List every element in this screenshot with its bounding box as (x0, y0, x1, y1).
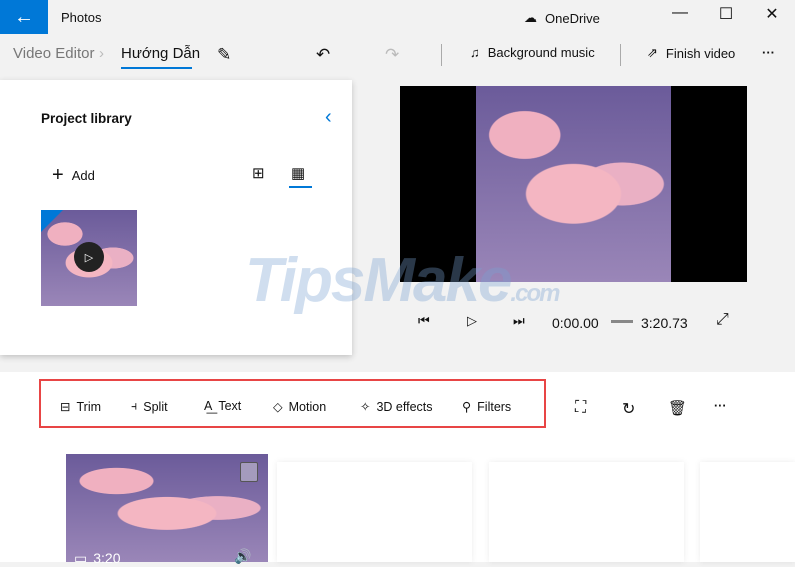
resize-icon: ⛶ (575, 399, 587, 416)
text-label: Text (218, 399, 242, 413)
minimize-button[interactable]: — (660, 4, 700, 22)
add-label: Add (71, 168, 95, 183)
finish-video-button[interactable]: ⇗ Finish video (647, 45, 735, 61)
more-tools-button[interactable]: ··· (714, 399, 727, 413)
empty-timeline-slot[interactable] (489, 462, 684, 562)
background-music-label: Background music (487, 45, 595, 60)
library-media-thumbnail[interactable]: ▷ (41, 210, 137, 306)
play-button[interactable]: ▷ (467, 313, 477, 329)
view-selected-indicator (289, 186, 312, 188)
filters-label: Filters (477, 399, 512, 414)
previous-frame-button[interactable]: ⏮ (418, 313, 430, 329)
filters-button[interactable]: ⚲ Filters (462, 399, 512, 415)
3d-effects-button[interactable]: ✧ 3D effects (360, 399, 433, 415)
maximize-button[interactable]: ☐ (706, 4, 746, 24)
onedrive-status[interactable]: ☁ OneDrive (524, 10, 600, 26)
added-corner-marker (41, 210, 63, 232)
split-icon: ⫞ (131, 399, 138, 413)
onedrive-label: OneDrive (545, 10, 600, 26)
trim-icon: ⊟ (60, 400, 71, 414)
breadcrumb-video-editor[interactable]: Video Editor (13, 45, 94, 62)
small-grid-view-icon[interactable]: ▦ (291, 164, 305, 182)
fullscreen-expand-icon[interactable]: ⤢ (716, 311, 729, 329)
app-title: Photos (61, 10, 102, 25)
background-music-button[interactable]: ♫ Background music (470, 45, 595, 60)
library-title: Project library (41, 111, 132, 126)
finish-video-label: Finish video (665, 45, 736, 61)
motion-button[interactable]: ◇ Motion (273, 399, 327, 415)
more-options-button[interactable]: ··· (762, 45, 775, 60)
large-grid-view-icon[interactable]: ⊞ (252, 164, 265, 182)
seek-slider[interactable] (611, 320, 633, 323)
text-button[interactable]: A͟ Text (204, 399, 241, 413)
rotate-icon: ↻ (622, 401, 636, 418)
play-icon: ▷ (74, 242, 104, 272)
split-button[interactable]: ⫞ Split (131, 399, 168, 414)
clip-duration: ▭ 3:20 (74, 550, 120, 567)
undo-button[interactable]: ↶ (316, 45, 330, 65)
volume-icon[interactable]: 🔊 (234, 548, 251, 565)
watermark: TipsMake.com (245, 246, 560, 315)
empty-timeline-slot[interactable] (277, 462, 472, 562)
plus-icon: + (52, 164, 64, 186)
breadcrumb-chevron-icon: › (99, 45, 104, 62)
rename-pencil-icon[interactable]: ✎ (217, 45, 231, 65)
split-label: Split (143, 399, 168, 414)
redo-button[interactable]: ↷ (385, 45, 399, 65)
text-icon: A͟ (204, 399, 213, 413)
motion-label: Motion (288, 399, 327, 414)
divider (441, 44, 442, 66)
close-button[interactable]: ✕ (752, 4, 792, 24)
back-button[interactable]: ← (0, 0, 48, 34)
rotate-button[interactable]: ↻ (622, 399, 635, 419)
timeline-clip[interactable]: ▭ 3:20 🔊 (66, 454, 268, 566)
collapse-chevron-icon[interactable]: ‹ (325, 106, 332, 129)
3d-effects-icon: ✧ (360, 400, 371, 414)
music-note-icon: ♫ (470, 45, 480, 60)
filters-icon: ⚲ (462, 400, 472, 414)
tab-underline (121, 67, 192, 69)
trim-button[interactable]: ⊟ Trim (60, 399, 102, 415)
share-icon: ⇗ (647, 45, 658, 60)
motion-icon: ◇ (273, 400, 283, 414)
resize-button[interactable]: ⛶ (575, 399, 586, 417)
project-name-tab[interactable]: Hướng Dẫn (121, 45, 200, 62)
delete-button[interactable]: 🗑 (668, 399, 687, 417)
clip-duration-label: 3:20 (93, 550, 121, 566)
empty-timeline-slot[interactable] (700, 462, 795, 562)
divider (620, 44, 621, 66)
cloud-off-icon: ☁ (524, 10, 537, 25)
next-frame-button[interactable]: ⏭ (513, 313, 525, 329)
clip-select-checkbox[interactable] (240, 462, 258, 482)
trim-label: Trim (76, 399, 102, 414)
3d-effects-label: 3D effects (376, 399, 433, 414)
current-time: 0:00.00 (552, 315, 599, 331)
film-icon: ▭ (74, 550, 88, 566)
add-button[interactable]: + Add (52, 164, 95, 187)
trash-icon: 🗑 (668, 400, 688, 417)
total-time: 3:20.73 (641, 315, 688, 331)
